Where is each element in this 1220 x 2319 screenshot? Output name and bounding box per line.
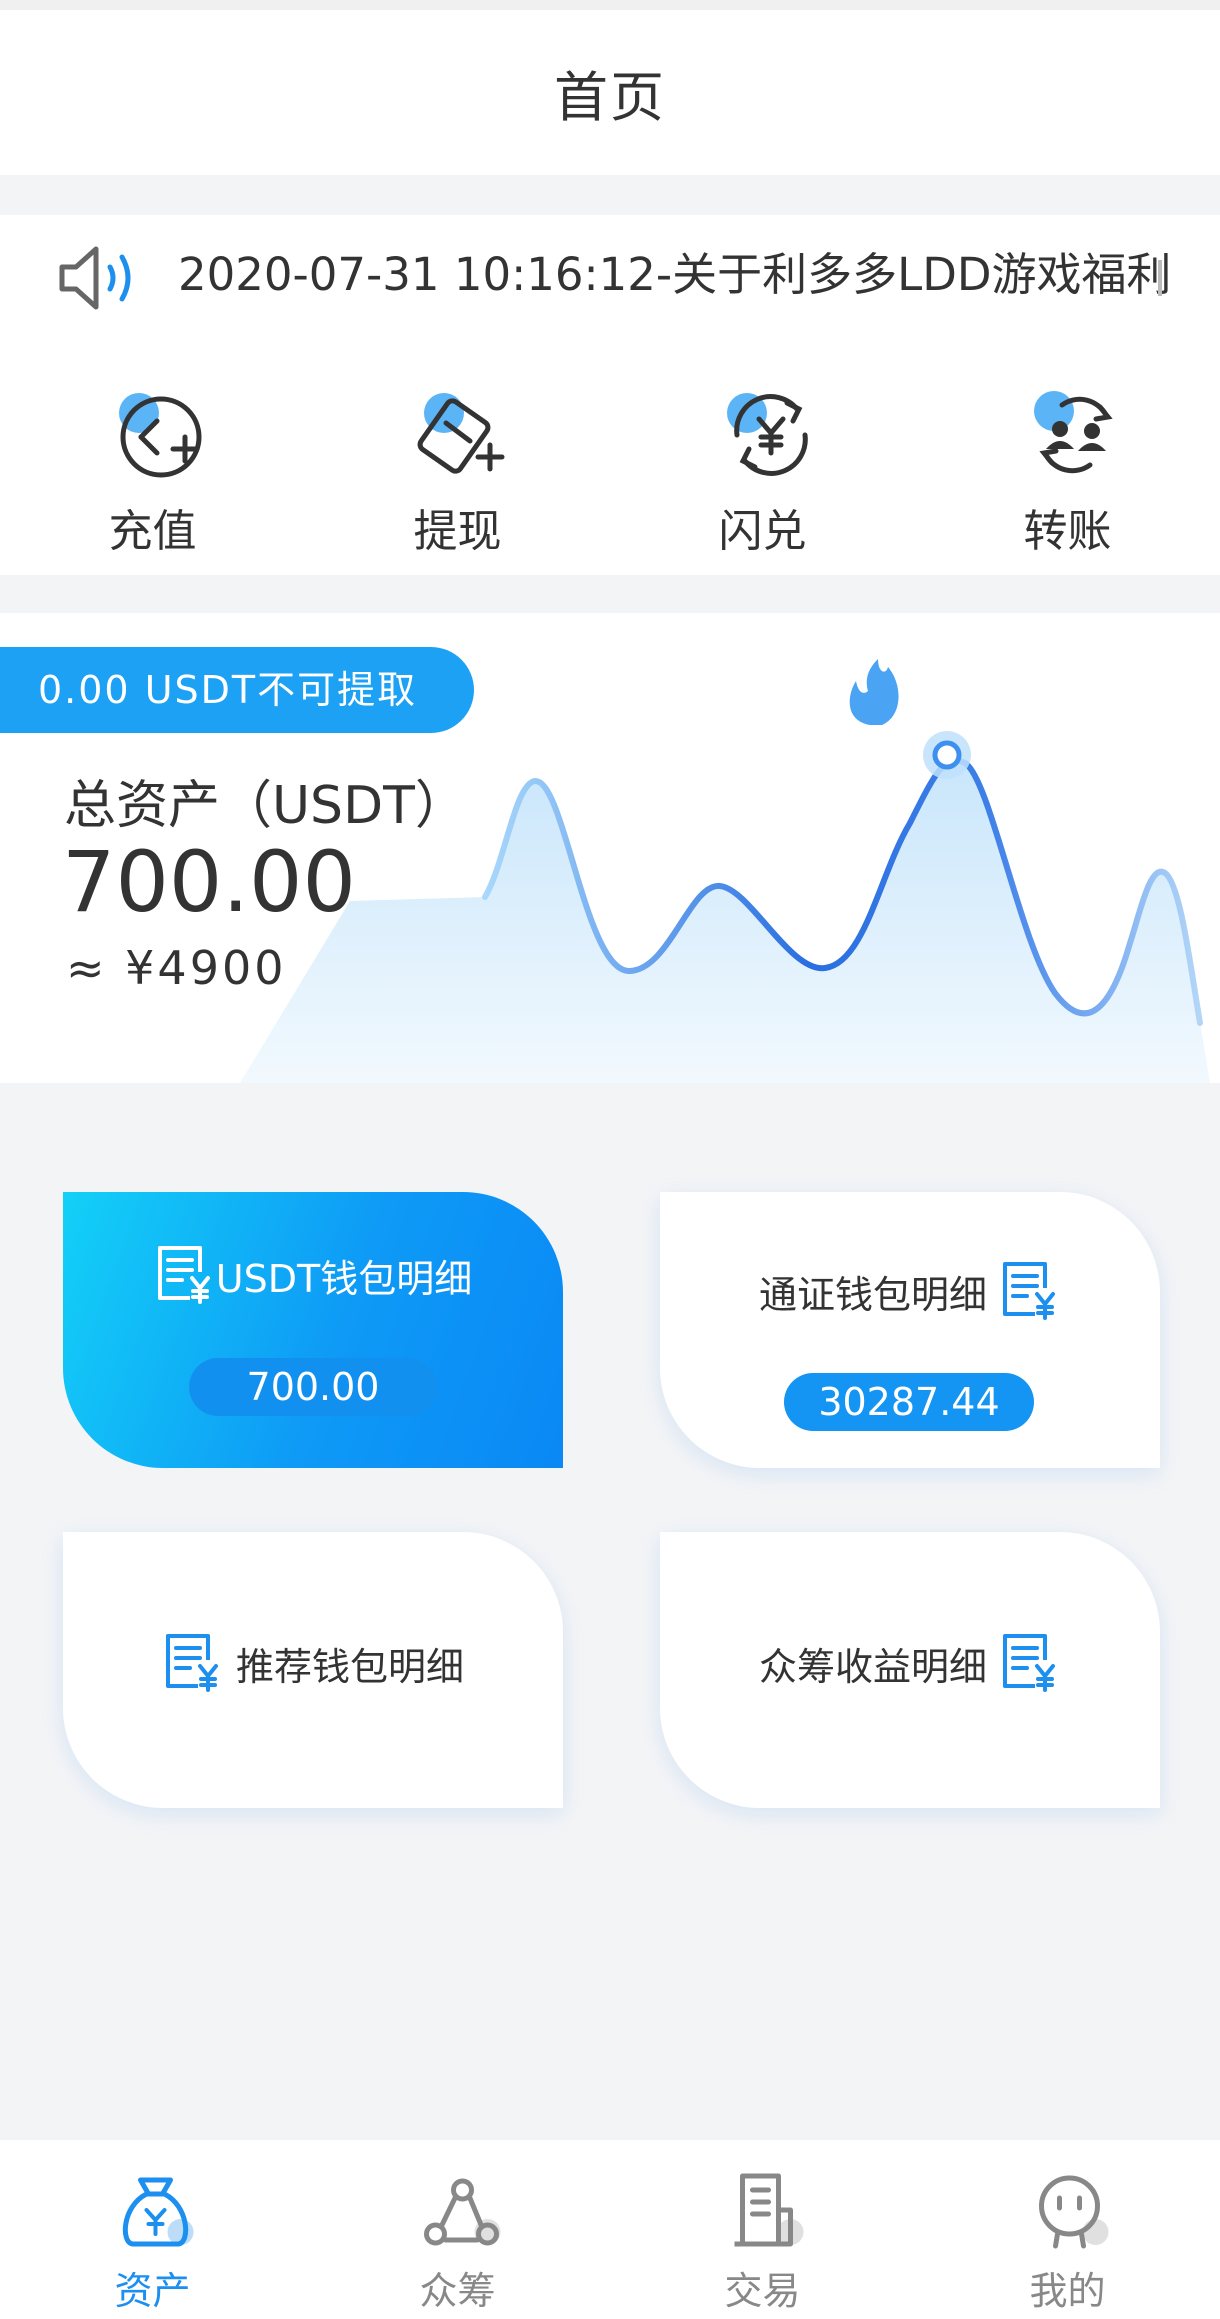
page-title: 首页 [554, 66, 666, 129]
notice-bar[interactable]: 2020-07-31 10:16:12-关于利多多LDD游戏福利 [0, 215, 1220, 335]
total-assets-cny: ≈ ¥4900 [66, 941, 287, 995]
usdt-wallet-card[interactable]: USDT钱包明细 700.00 [63, 1192, 563, 1468]
tab-crowdfund[interactable]: 众筹 [305, 2140, 610, 2319]
token-wallet-amount: 30287.44 [784, 1373, 1034, 1431]
crowdfund-earnings-title: 众筹收益明细 [758, 1644, 987, 1689]
total-assets-panel: 0.00 USDT不可提取 总资产（USDT） 700.00 ≈ ¥4900 [0, 613, 1220, 1083]
tab-profile-label: 我的 [1029, 2269, 1106, 2313]
notice-panel: 2020-07-31 10:16:12-关于利多多LDD游戏福利 充值 提现 闪… [0, 215, 1220, 575]
total-assets-value: 700.00 [62, 833, 356, 931]
speaker-icon [59, 246, 131, 310]
money-bag-icon [122, 2177, 193, 2247]
profile-icon [1038, 2175, 1108, 2249]
flash-exchange-button[interactable]: 闪兑 [610, 375, 915, 575]
withdraw-button[interactable]: 提现 [305, 375, 610, 575]
token-wallet-title: 通证钱包明细 [758, 1272, 987, 1317]
token-wallet-bill-icon [1003, 1262, 1055, 1320]
referral-wallet-bill-icon [165, 1634, 218, 1692]
crowdfund-earnings-bill-icon [1003, 1634, 1055, 1692]
flash-exchange-label: 闪兑 [718, 506, 807, 557]
token-wallet-card[interactable]: 通证钱包明细 30287.44 [660, 1192, 1160, 1468]
recharge-button[interactable]: 充值 [0, 375, 305, 575]
transfer-icon [1033, 391, 1113, 474]
tab-profile[interactable]: 我的 [915, 2140, 1220, 2319]
tab-trade[interactable]: 交易 [610, 2140, 915, 2319]
quick-actions: 充值 提现 闪兑 转账 [0, 375, 1220, 575]
tab-crowdfund-label: 众筹 [419, 2269, 496, 2313]
status-strip [0, 0, 1220, 10]
total-assets-label: 总资产（USDT） [64, 776, 467, 836]
referral-wallet-title: 推荐钱包明细 [235, 1644, 464, 1689]
page-header: 首页 [0, 10, 1220, 175]
referral-wallet-card[interactable]: 推荐钱包明细 [63, 1532, 563, 1808]
trade-icon [734, 2173, 803, 2247]
transfer-label: 转账 [1023, 506, 1112, 557]
crowdfund-icon [423, 2178, 500, 2246]
notice-text: 2020-07-31 10:16:12-关于利多多LDD游戏福利 [178, 248, 1168, 301]
transfer-button[interactable]: 转账 [915, 375, 1220, 575]
tab-assets[interactable]: 资产 [0, 2140, 305, 2319]
tab-assets-label: 资产 [114, 2269, 191, 2313]
usdt-wallet-amount: 700.00 [189, 1358, 437, 1416]
crowdfund-earnings-card[interactable]: 众筹收益明细 [660, 1532, 1160, 1808]
withdraw-icon [417, 393, 504, 474]
recharge-label: 充值 [108, 506, 197, 557]
usdt-wallet-bill-icon [157, 1246, 210, 1304]
notice-scroll-caret [1158, 260, 1162, 296]
flash-exchange-icon [726, 393, 808, 476]
tab-trade-label: 交易 [724, 2269, 801, 2313]
usdt-wallet-title: USDT钱包明细 [215, 1256, 473, 1301]
withdraw-label: 提现 [413, 506, 502, 557]
recharge-icon [118, 393, 201, 478]
non-withdrawable-badge: 0.00 USDT不可提取 [0, 647, 474, 733]
bottom-tab-bar: 资产 众筹 交易 我的 [0, 2140, 1220, 2319]
